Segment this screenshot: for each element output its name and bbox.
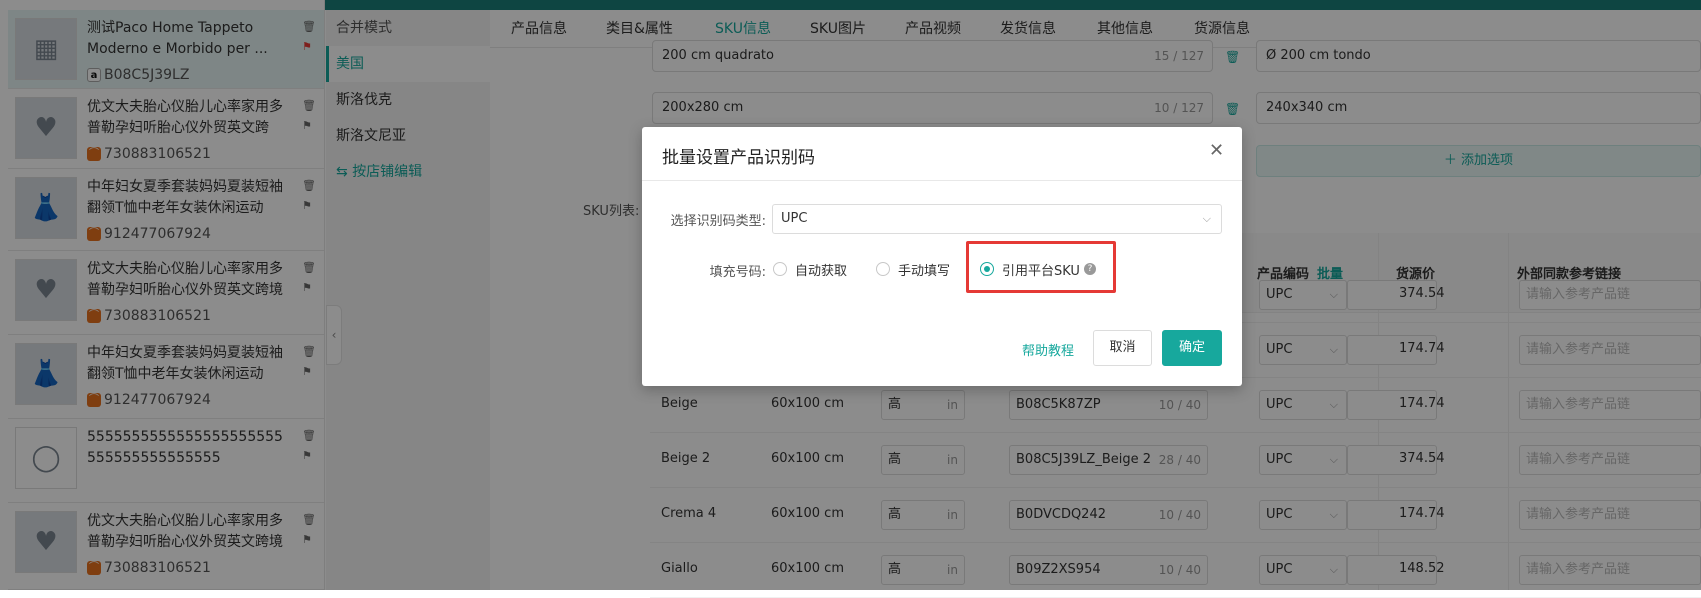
identifier-type-label: 选择识别码类型:	[670, 214, 766, 229]
radio-circle	[876, 262, 890, 276]
identifier-type-select[interactable]: UPC ⌵	[772, 204, 1222, 234]
confirm-button[interactable]: 确定	[1162, 330, 1222, 366]
dialog-title: 批量设置产品识别码	[662, 148, 815, 168]
fill-number-label: 填充号码:	[709, 265, 766, 280]
batch-identifier-dialog: 批量设置产品识别码 ✕ 选择识别码类型: UPC ⌵ 填充号码: 自动获取 手动填…	[642, 127, 1242, 386]
cancel-button[interactable]: 取消	[1093, 330, 1152, 366]
dialog-header: 批量设置产品识别码 ✕	[642, 127, 1242, 181]
radio-manual[interactable]: 手动填写	[876, 259, 950, 279]
radio-circle	[773, 262, 787, 276]
radio-auto[interactable]: 自动获取	[773, 259, 847, 279]
radio-auto-label: 自动获取	[795, 263, 848, 279]
radio-manual-label: 手动填写	[898, 263, 951, 279]
help-tutorial-link[interactable]: 帮助教程	[1022, 340, 1074, 359]
close-icon[interactable]: ✕	[1209, 140, 1224, 161]
identifier-type-value: UPC	[781, 211, 808, 226]
app-root: ▦ 测试Paco Home Tappeto Moderno e Morbido …	[0, 0, 1701, 598]
chevron-down-icon: ⌵	[1202, 212, 1211, 225]
highlight-box	[966, 241, 1116, 293]
